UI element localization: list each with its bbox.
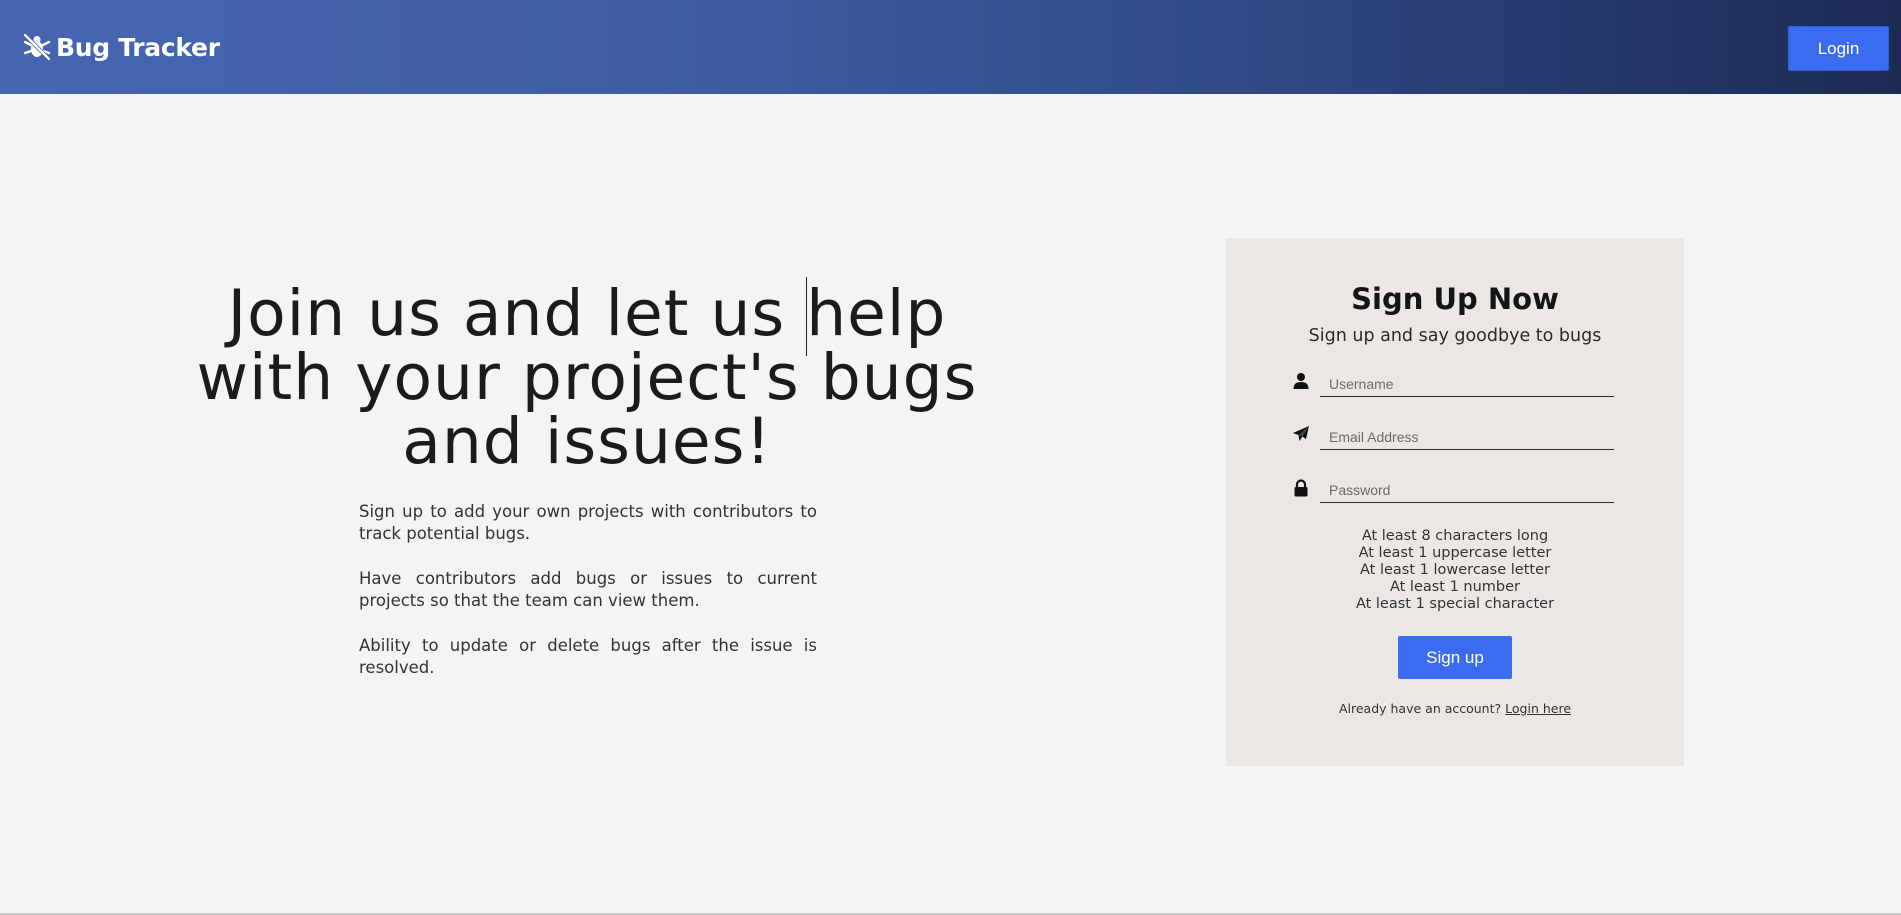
brand[interactable]: Bug Tracker: [22, 32, 220, 62]
requirement-item: At least 8 characters long: [1361, 528, 1549, 544]
bug-off-icon: [22, 32, 52, 62]
feature-item: Have contributors add bugs or issues to …: [359, 569, 817, 610]
signup-subtitle: Sign up and say goodbye to bugs: [1308, 326, 1602, 346]
signup-button[interactable]: Sign up: [1398, 636, 1512, 679]
user-icon: [1292, 372, 1310, 390]
hero-title: Join us and let us help with your projec…: [196, 277, 978, 478]
top-navbar: Bug Tracker Login: [0, 0, 1901, 94]
lock-icon: [1292, 479, 1310, 497]
signup-title: Sign Up Now: [1351, 282, 1559, 316]
paper-plane-icon: [1292, 425, 1310, 443]
password-field[interactable]: [1320, 477, 1614, 503]
feature-item: Sign up to add your own projects with co…: [359, 502, 817, 543]
login-here-link[interactable]: Login here: [1505, 701, 1571, 716]
requirement-item: At least 1 uppercase letter: [1358, 545, 1552, 561]
login-prompt-text: Already have an account?: [1338, 701, 1502, 716]
brand-name: Bug Tracker: [56, 32, 220, 62]
password-requirements: At least 8 characters long At least 1 up…: [1226, 528, 1684, 613]
login-prompt: Already have an account? Login here: [1226, 701, 1684, 716]
email-field[interactable]: [1320, 424, 1614, 450]
username-field[interactable]: [1320, 371, 1614, 397]
requirement-item: At least 1 special character: [1355, 596, 1555, 612]
text-cursor: [806, 277, 807, 356]
login-button[interactable]: Login: [1788, 26, 1889, 71]
requirement-item: At least 1 lowercase letter: [1360, 562, 1550, 578]
feature-list: Sign up to add your own projects with co…: [359, 501, 817, 702]
feature-item: Ability to update or delete bugs after t…: [359, 636, 817, 677]
requirement-item: At least 1 number: [1389, 579, 1521, 595]
